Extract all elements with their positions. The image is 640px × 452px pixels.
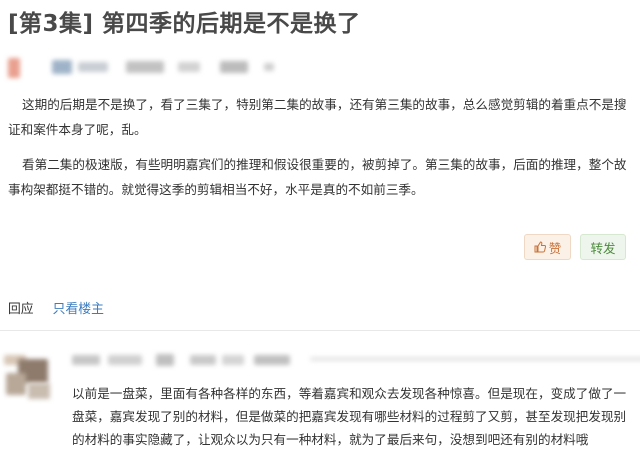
post-paragraph: 这期的后期是不是换了，看了三集了，特别第二集的故事，还有第三集的故事，总么感觉剪… — [8, 97, 627, 137]
avatar[interactable] — [8, 58, 20, 78]
like-label: 赞 — [548, 240, 562, 256]
comment-avatar[interactable] — [4, 355, 52, 403]
divider — [0, 330, 640, 331]
like-button[interactable]: 赞 — [524, 234, 571, 260]
share-label: 转发 — [590, 240, 616, 256]
share-button[interactable]: 转发 — [580, 234, 626, 260]
reply-bar: 回应 只看楼主 — [8, 298, 104, 317]
comment-meta-blurred — [72, 351, 640, 371]
post-paragraph: 看第二集的极速版，有些明明嘉宾们的推理和假设很重要的，被剪掉了。第三集的故事，后… — [8, 157, 627, 197]
page-title: [第3集] 第四季的后期是不是换了 — [8, 11, 361, 37]
thumbs-up-icon — [534, 241, 546, 253]
only-op-link[interactable]: 只看楼主 — [53, 302, 104, 317]
reply-link[interactable]: 回应 — [8, 302, 34, 317]
comment-text: 以前是一盘菜，里面有各种各样的东西，等着嘉宾和观众去发现各种惊喜。但是现在，变成… — [72, 386, 627, 447]
